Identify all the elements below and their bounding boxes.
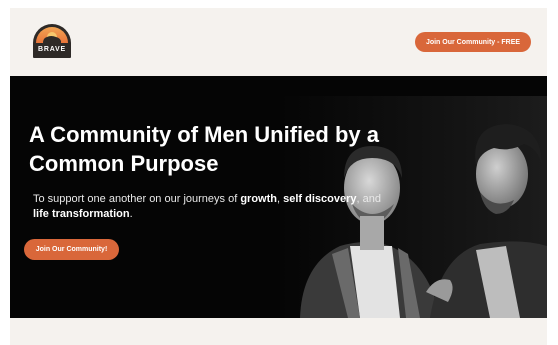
subtitle-text: , and <box>356 193 381 205</box>
site-header: BRAVE Join Our Community - FREE <box>10 8 547 76</box>
join-community-button[interactable]: Join Our Community! <box>24 239 119 260</box>
hero-subtitle: To support one another on our journeys o… <box>33 192 383 222</box>
brave-logo[interactable]: BRAVE <box>31 23 73 59</box>
subtitle-life-transformation: life transformation <box>33 208 130 220</box>
subtitle-text: . <box>129 208 133 220</box>
hero-section: A Community of Men Unified by a Common P… <box>10 76 547 318</box>
logo-text: BRAVE <box>38 46 66 53</box>
hero-title: A Community of Men Unified by a Common P… <box>29 122 379 176</box>
subtitle-growth: growth <box>240 193 277 205</box>
page-frame: BRAVE Join Our Community - FREE A Commun… <box>10 8 547 345</box>
next-section-band <box>10 318 547 345</box>
join-community-free-button[interactable]: Join Our Community - FREE <box>415 32 531 52</box>
subtitle-text: To support one another on our journeys o… <box>33 193 241 205</box>
bison-sunset-logo-icon <box>33 24 71 58</box>
subtitle-self-discovery: self discovery <box>283 193 357 205</box>
